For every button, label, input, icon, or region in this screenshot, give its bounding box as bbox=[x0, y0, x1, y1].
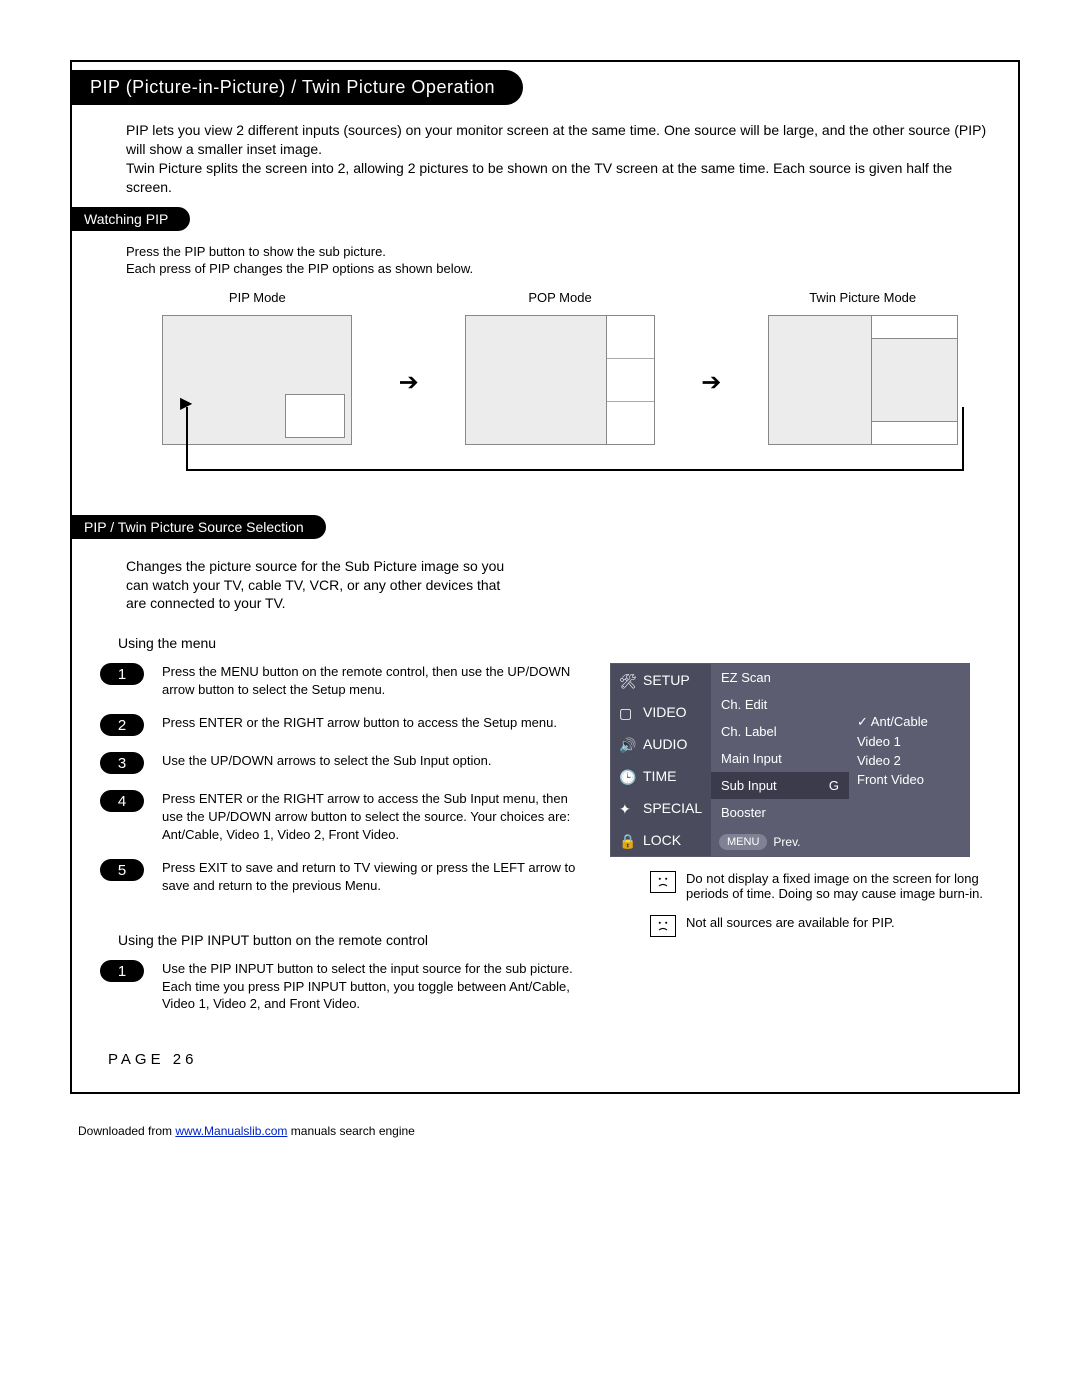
warning-2-text: Not all sources are available for PIP. bbox=[686, 915, 895, 930]
osd-item-ezscan: EZ Scan bbox=[711, 664, 849, 691]
manualslib-link[interactable]: www.Manualslib.com bbox=[175, 1124, 287, 1138]
clock-icon: 🕒 bbox=[619, 769, 637, 783]
osd-tab-video: ▢VIDEO bbox=[611, 696, 711, 728]
intro-line-2: Twin Picture splits the screen into 2, a… bbox=[126, 159, 994, 197]
osd-tab-audio: 🔊AUDIO bbox=[611, 728, 711, 760]
osd-item-chlabel: Ch. Label bbox=[711, 718, 849, 745]
osd-item-booster: Booster bbox=[711, 799, 849, 826]
page-frame: PIP (Picture-in-Picture) / Twin Picture … bbox=[70, 60, 1020, 1094]
step-badge: 2 bbox=[100, 714, 144, 736]
arrow-icon: ➔ bbox=[691, 368, 731, 397]
label-twin-mode: Twin Picture Mode bbox=[731, 290, 994, 305]
diagram-pop-mode bbox=[465, 315, 655, 445]
using-menu-heading: Using the menu bbox=[90, 621, 1000, 655]
step-3-text: Use the UP/DOWN arrows to select the Sub… bbox=[162, 752, 590, 770]
source-selection-desc: Changes the picture source for the Sub P… bbox=[90, 539, 520, 622]
page-title: PIP (Picture-in-Picture) / Twin Picture … bbox=[72, 70, 523, 105]
wrench-icon: 🛠 bbox=[619, 673, 637, 687]
osd-footer: MENUPrev. bbox=[711, 828, 849, 856]
osd-option-antcable: Ant/Cable bbox=[857, 714, 961, 730]
osd-option-frontvideo: Front Video bbox=[857, 772, 961, 787]
warning-1-text: Do not display a fixed image on the scre… bbox=[686, 871, 996, 901]
watching-pip-line-1: Press the PIP button to show the sub pic… bbox=[126, 243, 994, 261]
source-selection-heading: PIP / Twin Picture Source Selection bbox=[72, 515, 326, 539]
osd-item-chedit: Ch. Edit bbox=[711, 691, 849, 718]
lock-icon: 🔒 bbox=[619, 833, 637, 847]
step-4-text: Press ENTER or the RIGHT arrow to access… bbox=[162, 790, 590, 843]
step-5-text: Press EXIT to save and return to TV view… bbox=[162, 859, 590, 894]
mode-diagram: PIP Mode ➔ POP Mode ➔ Twin Picture Mode … bbox=[90, 284, 1000, 485]
osd-tab-setup: 🛠SETUP bbox=[611, 664, 711, 696]
step-badge: 3 bbox=[100, 752, 144, 774]
page-number: PAGE 26 bbox=[90, 1021, 1000, 1074]
warning-face-icon bbox=[650, 871, 676, 893]
loop-arrow-icon: ▶ bbox=[180, 393, 192, 413]
label-pop-mode: POP Mode bbox=[429, 290, 692, 305]
osd-option-video1: Video 1 bbox=[857, 734, 961, 749]
diagram-pip-mode bbox=[162, 315, 352, 445]
intro-text: PIP lets you view 2 different inputs (so… bbox=[90, 105, 1000, 207]
osd-tab-special: ✦SPECIAL bbox=[611, 792, 711, 824]
watching-pip-line-2: Each press of PIP changes the PIP option… bbox=[126, 260, 994, 278]
step-badge: 4 bbox=[100, 790, 144, 812]
intro-line-1: PIP lets you view 2 different inputs (so… bbox=[126, 121, 994, 159]
arrow-icon: ➔ bbox=[389, 368, 429, 397]
osd-tab-time: 🕒TIME bbox=[611, 760, 711, 792]
osd-menu-pill: MENU bbox=[719, 834, 767, 850]
step-badge: 1 bbox=[100, 663, 144, 685]
osd-submenu: EZ Scan Ch. Edit Ch. Label Main Input Su… bbox=[711, 664, 849, 856]
using-pip-input-heading: Using the PIP INPUT button on the remote… bbox=[100, 918, 590, 952]
step-1-text: Press the MENU button on the remote cont… bbox=[162, 663, 590, 698]
step-2-text: Press ENTER or the RIGHT arrow button to… bbox=[162, 714, 590, 732]
osd-item-subinput-selected: Sub InputG bbox=[711, 772, 849, 799]
osd-item-maininput: Main Input bbox=[711, 745, 849, 772]
step-badge: 5 bbox=[100, 859, 144, 881]
pip-input-step-1: Use the PIP INPUT button to select the i… bbox=[162, 960, 590, 1013]
speaker-icon: 🔊 bbox=[619, 737, 637, 751]
osd-option-video2: Video 2 bbox=[857, 753, 961, 768]
star-icon: ✦ bbox=[619, 801, 637, 815]
step-badge: 1 bbox=[100, 960, 144, 982]
osd-tab-lock: 🔒LOCK bbox=[611, 824, 711, 856]
warning-face-icon bbox=[650, 915, 676, 937]
monitor-icon: ▢ bbox=[619, 705, 637, 719]
label-pip-mode: PIP Mode bbox=[126, 290, 389, 305]
osd-left-menu: 🛠SETUP ▢VIDEO 🔊AUDIO 🕒TIME ✦SPECIAL 🔒LOC… bbox=[611, 664, 711, 856]
watching-pip-heading: Watching PIP bbox=[72, 207, 190, 231]
download-footer: Downloaded from www.Manualslib.com manua… bbox=[70, 1094, 1020, 1138]
osd-options: Ant/Cable Video 1 Video 2 Front Video bbox=[849, 664, 969, 856]
diagram-twin-mode bbox=[768, 315, 958, 445]
osd-menu-screenshot: 🛠SETUP ▢VIDEO 🔊AUDIO 🕒TIME ✦SPECIAL 🔒LOC… bbox=[610, 663, 970, 857]
